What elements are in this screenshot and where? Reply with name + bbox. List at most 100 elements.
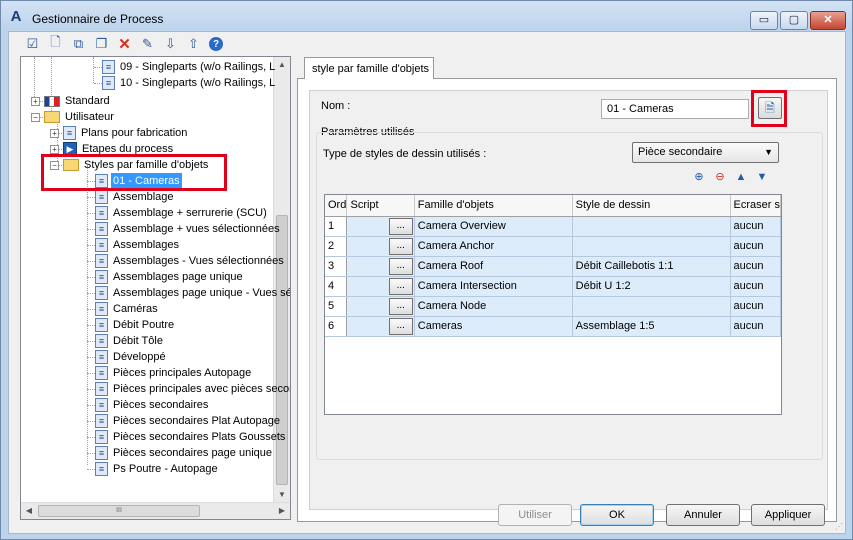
cell-ord[interactable]: 5 bbox=[325, 296, 348, 317]
tree-horizontal-scrollbar[interactable]: ◀ III ▶ bbox=[21, 502, 290, 519]
script-browse-button[interactable]: ... bbox=[388, 317, 413, 335]
styles-grid[interactable]: Ord Script Famille d'objets Style de des… bbox=[324, 194, 782, 415]
tree-item[interactable]: + ≡ Plans pour fabrication bbox=[50, 125, 189, 141]
cell-style[interactable] bbox=[572, 236, 731, 257]
column-header-ecraser[interactable]: Ecraser s bbox=[730, 195, 781, 217]
cell-script[interactable]: ... bbox=[346, 296, 415, 317]
tree-item[interactable]: ≡ Débit Poutre bbox=[95, 317, 176, 333]
tree-item[interactable]: + Standard bbox=[31, 93, 112, 109]
cell-ecraser[interactable]: aucun bbox=[730, 296, 781, 317]
column-header-style[interactable]: Style de dessin bbox=[572, 195, 731, 217]
scroll-thumb-horizontal[interactable]: III bbox=[38, 505, 200, 517]
table-row[interactable]: 1... Camera Overview aucun bbox=[325, 216, 781, 237]
cell-ecraser[interactable]: aucun bbox=[730, 316, 781, 337]
checklist-icon[interactable]: ☑ bbox=[23, 35, 42, 53]
cell-ecraser[interactable]: aucun bbox=[730, 216, 781, 237]
move-down-icon[interactable]: ▼ bbox=[754, 169, 770, 185]
tree-item[interactable]: ≡ Ps Poutre - Autopage bbox=[95, 461, 220, 477]
expand-icon[interactable]: + bbox=[31, 96, 40, 106]
close-button[interactable]: ✕ bbox=[810, 11, 846, 30]
cell-ord[interactable]: 2 bbox=[325, 236, 348, 257]
tree-item[interactable]: ≡ Pièces principales avec pièces secon bbox=[95, 381, 290, 397]
cell-famille[interactable]: Camera Overview bbox=[414, 216, 573, 237]
cell-ecraser[interactable]: aucun bbox=[730, 256, 781, 277]
cell-ord[interactable]: 1 bbox=[325, 216, 348, 237]
tree-item[interactable]: ≡ Assemblage + vues sélectionnées bbox=[95, 221, 282, 237]
expand-icon[interactable]: + bbox=[50, 144, 59, 154]
column-header-famille[interactable]: Famille d'objets bbox=[414, 195, 573, 217]
cell-famille[interactable]: Cameras bbox=[414, 316, 573, 337]
cell-famille[interactable]: Camera Node bbox=[414, 296, 573, 317]
cell-ord[interactable]: 4 bbox=[325, 276, 348, 297]
maximize-button[interactable]: ▢ bbox=[780, 11, 808, 30]
tree-item[interactable]: ≡ 09 - Singleparts (w/o Railings, L bbox=[102, 59, 277, 75]
tree-item[interactable]: ≡ Assemblages page unique bbox=[95, 269, 245, 285]
delete-row-icon[interactable]: ⊖ bbox=[712, 169, 728, 185]
duplicate-icon[interactable]: ❐ bbox=[92, 35, 111, 53]
table-row[interactable]: 3... Camera Roof Débit Caillebotis 1:1 aucu… bbox=[325, 256, 781, 277]
cell-style[interactable] bbox=[572, 296, 731, 317]
delete-icon[interactable]: ✕ bbox=[115, 35, 134, 53]
name-field[interactable]: 01 - Cameras bbox=[601, 99, 749, 119]
title-bar[interactable]: A Gestionnaire de Process ▭ ▢ ✕ bbox=[1, 1, 852, 31]
collapse-icon[interactable]: − bbox=[31, 112, 40, 122]
appliquer-button[interactable]: Appliquer bbox=[751, 504, 825, 526]
tree-item[interactable]: − Utilisateur bbox=[31, 109, 116, 125]
tree-item[interactable]: ≡ Assemblages - Vues sélectionnées bbox=[95, 253, 286, 269]
tree-item[interactable]: ≡ Pièces secondaires Plat Autopage bbox=[95, 413, 282, 429]
cell-ord[interactable]: 6 bbox=[325, 316, 348, 337]
resize-grip[interactable]: ⋰ bbox=[835, 522, 843, 531]
cell-script[interactable]: ... bbox=[346, 276, 415, 297]
tree-item[interactable]: ≡ Assemblage + serrurerie (SCU) bbox=[95, 205, 269, 221]
cell-style[interactable]: Assemblage 1:5 bbox=[572, 316, 731, 337]
tree-item[interactable]: ≡ Pièces principales Autopage bbox=[95, 365, 253, 381]
tab-style-par-famille[interactable]: style par famille d'objets bbox=[304, 57, 434, 79]
tree-item[interactable]: ≡ Pièces secondaires Plats Goussets bbox=[95, 429, 287, 445]
annuler-button[interactable]: Annuler bbox=[666, 504, 740, 526]
scroll-right-arrow-icon[interactable]: ▶ bbox=[274, 503, 290, 519]
process-tree[interactable]: ▲ ▼ ◀ III ▶ ≡ 09 - Singleparts (w/o Raili… bbox=[20, 56, 291, 520]
tree-item[interactable]: ≡ Assemblages page unique - Vues sé bbox=[95, 285, 290, 301]
help-icon[interactable]: ? bbox=[209, 37, 223, 51]
tree-item[interactable]: ≡ Assemblage bbox=[95, 189, 176, 205]
cell-famille[interactable]: Camera Intersection bbox=[414, 276, 573, 297]
export-icon[interactable]: ⇧ bbox=[184, 35, 203, 53]
cell-famille[interactable]: Camera Anchor bbox=[414, 236, 573, 257]
tree-item[interactable]: ≡ Développé bbox=[95, 349, 168, 365]
tree-item[interactable]: ≡ Caméras bbox=[95, 301, 160, 317]
import-icon[interactable]: ⇩ bbox=[161, 35, 180, 53]
column-header-ord[interactable]: Ord bbox=[325, 195, 348, 217]
cell-script[interactable]: ... bbox=[346, 316, 415, 337]
column-header-script[interactable]: Script bbox=[346, 195, 415, 217]
cell-ord[interactable]: 3 bbox=[325, 256, 348, 277]
cell-script[interactable]: ... bbox=[346, 256, 415, 277]
scroll-down-arrow-icon[interactable]: ▼ bbox=[274, 487, 290, 503]
rename-icon[interactable]: ✎ bbox=[138, 35, 157, 53]
scroll-left-arrow-icon[interactable]: ◀ bbox=[21, 503, 37, 519]
copy-icon[interactable]: ⧉ bbox=[69, 35, 88, 53]
move-up-icon[interactable]: ▲ bbox=[733, 169, 749, 185]
script-browse-button[interactable]: ... bbox=[388, 217, 413, 235]
cell-script[interactable]: ... bbox=[346, 236, 415, 257]
table-row[interactable]: 6... Cameras Assemblage 1:5 aucun bbox=[325, 316, 781, 337]
cell-ecraser[interactable]: aucun bbox=[730, 236, 781, 257]
cell-ecraser[interactable]: aucun bbox=[730, 276, 781, 297]
minimize-button[interactable]: ▭ bbox=[750, 11, 778, 30]
tree-item[interactable]: ≡ 10 - Singleparts (w/o Railings, L bbox=[102, 75, 277, 91]
cell-style[interactable]: Débit Caillebotis 1:1 bbox=[572, 256, 731, 277]
script-browse-button[interactable]: ... bbox=[388, 237, 413, 255]
script-browse-button[interactable]: ... bbox=[388, 277, 413, 295]
script-browse-button[interactable]: ... bbox=[388, 297, 413, 315]
utiliser-button[interactable]: Utiliser bbox=[498, 504, 572, 526]
ok-button[interactable]: OK bbox=[580, 504, 654, 526]
expand-icon[interactable]: + bbox=[50, 128, 59, 138]
new-document-icon[interactable]: 🗋 bbox=[46, 34, 65, 53]
tree-item[interactable]: ≡ Pièces secondaires bbox=[95, 397, 210, 413]
script-browse-button[interactable]: ... bbox=[388, 257, 413, 275]
table-row[interactable]: 4... Camera Intersection Débit U 1:2 aucun bbox=[325, 276, 781, 297]
cell-style[interactable]: Débit U 1:2 bbox=[572, 276, 731, 297]
table-row[interactable]: 2... Camera Anchor aucun bbox=[325, 236, 781, 257]
add-row-icon[interactable]: ⊕ bbox=[691, 169, 707, 185]
cell-famille[interactable]: Camera Roof bbox=[414, 256, 573, 277]
tree-item[interactable]: ≡ Pièces secondaires page unique bbox=[95, 445, 274, 461]
